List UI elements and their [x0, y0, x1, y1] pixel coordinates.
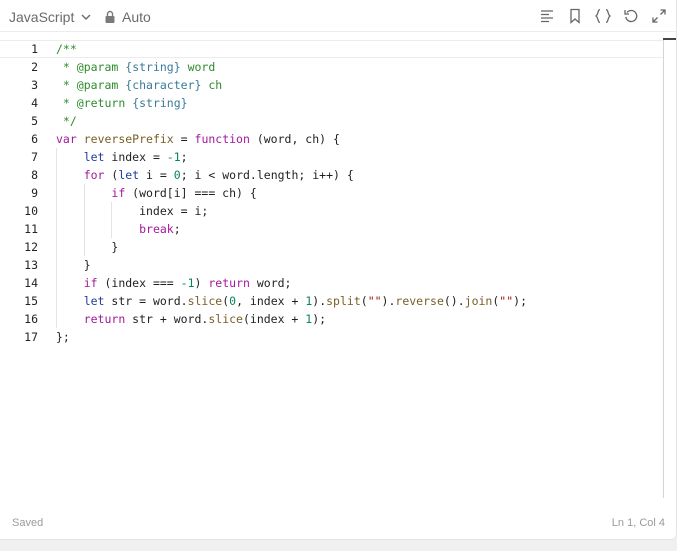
- vertical-scrollbar[interactable]: [663, 38, 664, 498]
- indent-guide: [56, 148, 57, 328]
- line-number: 10: [24, 204, 38, 218]
- status-bar: Saved Ln 1, Col 4: [0, 510, 677, 538]
- code-line[interactable]: 13 }: [0, 256, 663, 274]
- code-text: if (word[i] === ch) {: [111, 186, 257, 200]
- save-status: Saved: [12, 517, 44, 529]
- language-label: JavaScript: [9, 9, 75, 25]
- line-number: 12: [24, 240, 38, 254]
- code-line[interactable]: 1 /**: [0, 40, 663, 58]
- code-area[interactable]: 1/** 2 * @param {string} word 3 * @param {…: [0, 38, 663, 498]
- code-line[interactable]: 7 let index = -1;: [0, 148, 663, 166]
- code-line[interactable]: 10 index = i;: [0, 202, 663, 220]
- code-text: }: [56, 240, 119, 254]
- line-number: 13: [24, 258, 38, 272]
- code-text: index = i;: [56, 204, 209, 218]
- indent-guide: [83, 184, 85, 256]
- toolbar-actions: [537, 7, 669, 25]
- code-line[interactable]: 17};: [0, 328, 663, 346]
- line-number: 3: [31, 78, 38, 92]
- line-number: 6: [31, 132, 38, 146]
- code-text: let index = -1;: [83, 150, 188, 164]
- code-text: */: [56, 114, 77, 128]
- code-text: * @return {string}: [56, 96, 188, 110]
- code-line[interactable]: 11 break;: [0, 220, 663, 238]
- line-number: 2: [31, 60, 38, 74]
- line-number: 17: [24, 330, 38, 344]
- scrollbar-thumb[interactable]: [663, 38, 676, 40]
- code-line[interactable]: 8 for (let i = 0; i < word.length; i++) …: [0, 166, 663, 184]
- line-number: 5: [31, 114, 38, 128]
- code-line[interactable]: 15 let str = word.slice(0, index + 1).sp…: [0, 292, 663, 310]
- expand-icon[interactable]: [649, 7, 669, 25]
- code-line[interactable]: 12 }: [0, 238, 663, 256]
- code-text: /**: [56, 42, 77, 56]
- code-line[interactable]: 16 return str + word.slice(index + 1);: [0, 310, 663, 328]
- code-line[interactable]: 14 if (index === -1) return word;: [0, 274, 663, 292]
- code-editor-panel: JavaScript Auto 1/** 2 * @param {string}…: [0, 0, 677, 540]
- chevron-down-icon: [81, 14, 91, 20]
- language-select[interactable]: JavaScript: [9, 8, 92, 26]
- line-number: 15: [24, 294, 38, 308]
- code-text: return str + word.slice(index + 1);: [83, 312, 327, 326]
- lock-icon: [105, 10, 115, 23]
- code-text: * @param {string} word: [56, 60, 216, 74]
- code-text: let str = word.slice(0, index + 1).split…: [83, 294, 528, 308]
- reset-icon[interactable]: [621, 7, 641, 25]
- code-line[interactable]: 9 if (word[i] === ch) {: [0, 184, 663, 202]
- code-text: var reversePrefix = function (word, ch) …: [56, 132, 340, 146]
- code-text: * @param {character} ch: [56, 78, 223, 92]
- line-number: 7: [31, 150, 38, 164]
- code-text: if (index === -1) return word;: [83, 276, 292, 290]
- code-text: }: [56, 258, 91, 272]
- line-number: 8: [31, 168, 38, 182]
- indent-guide: [111, 202, 113, 238]
- line-number: 4: [31, 96, 38, 110]
- code-line[interactable]: 4 * @return {string}: [0, 94, 663, 112]
- code-line[interactable]: 5 */: [0, 112, 663, 130]
- code-text: break;: [139, 222, 181, 236]
- braces-icon[interactable]: [593, 7, 613, 25]
- line-number: 9: [31, 186, 38, 200]
- code-line[interactable]: 3 * @param {character} ch: [0, 76, 663, 94]
- code-text: for (let i = 0; i < word.length; i++) {: [83, 168, 354, 182]
- code-line[interactable]: 6 var reversePrefix = function (word, ch)…: [0, 130, 663, 148]
- line-number: 11: [24, 222, 38, 236]
- code-text: };: [56, 330, 70, 344]
- mode-label: Auto: [122, 9, 151, 25]
- cursor-position: Ln 1, Col 4: [611, 517, 665, 529]
- bookmark-icon[interactable]: [565, 7, 585, 25]
- mode-select[interactable]: Auto: [104, 8, 151, 26]
- line-number: 16: [24, 312, 38, 326]
- line-number: 1: [31, 42, 38, 56]
- format-icon[interactable]: [537, 7, 557, 25]
- editor-toolbar: JavaScript Auto: [0, 0, 677, 32]
- code-line[interactable]: 2 * @param {string} word: [0, 58, 663, 76]
- line-number: 14: [24, 276, 38, 290]
